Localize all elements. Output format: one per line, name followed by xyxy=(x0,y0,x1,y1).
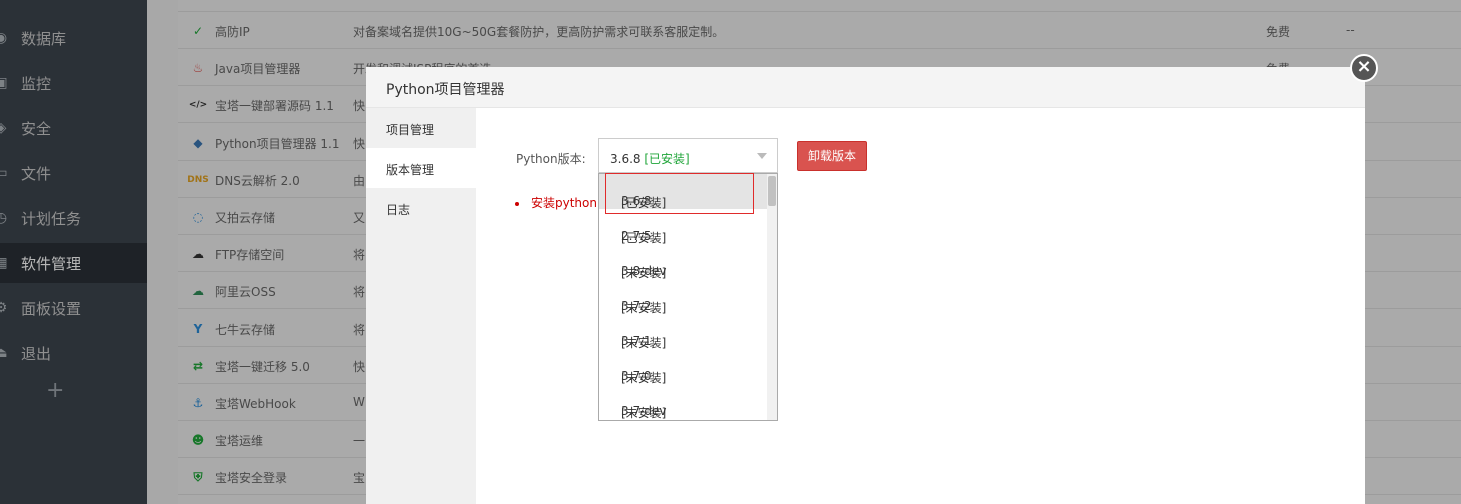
modal-header: Python项目管理器 xyxy=(366,67,1365,108)
option-text: 3.7-dev [未安装] xyxy=(621,404,667,420)
install-hint: 安装python xyxy=(515,194,597,211)
option-text: 3.8-dev [未安装] xyxy=(621,264,667,280)
close-icon[interactable]: × xyxy=(1350,54,1378,82)
option-text: 3.7.1 [未安装] xyxy=(621,334,667,350)
tab-label: 版本管理 xyxy=(386,163,435,177)
version-option[interactable]: 3.7.0 [未安装] xyxy=(599,349,767,385)
option-text: 2.7.5 [已安装] xyxy=(621,229,667,245)
selected-version: 3.6.8 [已安装] xyxy=(610,152,690,166)
tab-version-management[interactable]: 版本管理 xyxy=(366,148,476,188)
option-status: [未安装] xyxy=(621,406,667,420)
option-text: 3.7.2 [未安装] xyxy=(621,299,667,315)
version-option[interactable]: 3.7.2 [未安装] xyxy=(599,279,767,315)
bullet-icon xyxy=(515,201,519,206)
selected-status: [已安装] xyxy=(644,152,690,166)
version-option[interactable]: 3.7-dev [未安装] xyxy=(599,384,767,420)
version-option[interactable]: 2.7.5 [已安装] xyxy=(599,209,767,245)
dropdown-scrollbar[interactable] xyxy=(767,174,777,420)
modal-tabs: 项目管理 版本管理 日志 xyxy=(366,108,476,504)
scrollbar-thumb[interactable] xyxy=(768,176,776,206)
version-option[interactable]: 3.8-dev [未安装] xyxy=(599,244,767,280)
uninstall-version-button[interactable]: 卸载版本 xyxy=(797,141,867,171)
tab-label: 项目管理 xyxy=(386,123,435,137)
tab-logs[interactable]: 日志 xyxy=(366,188,476,228)
tab-project-management[interactable]: 项目管理 xyxy=(366,108,476,148)
tab-label: 日志 xyxy=(386,203,411,217)
python-version-select[interactable]: 3.6.8 [已安装] xyxy=(598,138,778,173)
option-text: 3.7.0 [未安装] xyxy=(621,369,667,385)
python-version-label: Python版本: xyxy=(516,152,586,166)
chevron-down-icon xyxy=(757,153,767,159)
python-manager-modal: Python项目管理器 项目管理 版本管理 日志 xyxy=(366,67,1365,504)
version-option[interactable]: 3.7.1 [未安装] xyxy=(599,314,767,350)
highlight-box xyxy=(605,173,754,214)
modal-title: Python项目管理器 xyxy=(386,82,505,98)
